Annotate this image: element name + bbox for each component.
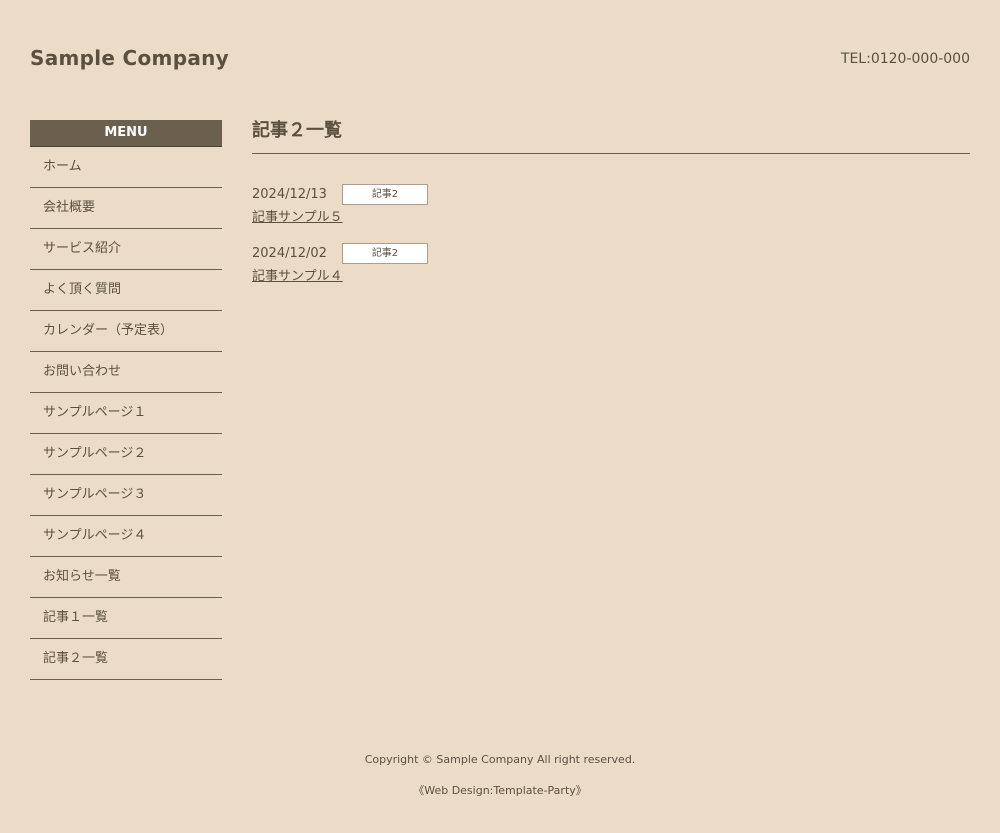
page-title: 記事２一覧 — [252, 118, 970, 154]
menu-item-service[interactable]: サービス紹介 — [30, 229, 222, 270]
menu-item-home[interactable]: ホーム — [30, 147, 222, 188]
category-badge[interactable]: 記事2 — [342, 183, 428, 205]
main-content: 記事２一覧 2024/12/13 記事2 記事サンプル５ 2024/12/02 … — [252, 118, 970, 301]
credit-bracket-open: 《 — [413, 784, 425, 797]
entry-list: 2024/12/13 記事2 記事サンプル５ 2024/12/02 記事2 記事… — [252, 183, 970, 301]
entry-title-link[interactable]: 記事サンプル４ — [252, 265, 343, 284]
menu-list: ホーム 会社概要 サービス紹介 よく頂く質問 カレンダー（予定表） お問い合わせ… — [30, 147, 222, 680]
entry-title-link[interactable]: 記事サンプル５ — [252, 206, 343, 225]
menu-item-faq[interactable]: よく頂く質問 — [30, 270, 222, 311]
phone-number: TEL:0120-000-000 — [840, 51, 970, 67]
menu-item-news-list[interactable]: お知らせ一覧 — [30, 557, 222, 598]
menu-item-company[interactable]: 会社概要 — [30, 188, 222, 229]
entry-meta: 2024/12/02 記事2 — [252, 242, 970, 264]
menu-heading: MENU — [30, 120, 222, 147]
credit-bracket-close: 》 — [575, 784, 587, 797]
list-item: 2024/12/13 記事2 記事サンプル５ — [252, 183, 970, 242]
menu-item-sample-page-4[interactable]: サンプルページ４ — [30, 516, 222, 557]
template-party-link[interactable]: Web Design:Template-Party — [424, 784, 576, 797]
menu-item-article1-list[interactable]: 記事１一覧 — [30, 598, 222, 639]
menu-item-article2-list[interactable]: 記事２一覧 — [30, 639, 222, 680]
sidebar-menu: MENU ホーム 会社概要 サービス紹介 よく頂く質問 カレンダー（予定表） お… — [30, 120, 222, 680]
menu-item-contact[interactable]: お問い合わせ — [30, 352, 222, 393]
menu-item-calendar[interactable]: カレンダー（予定表） — [30, 311, 222, 352]
copyright-text: Copyright © Sample Company All right res… — [364, 753, 636, 766]
menu-item-sample-page-3[interactable]: サンプルページ３ — [30, 475, 222, 516]
entry-date: 2024/12/02 — [252, 245, 327, 261]
menu-item-sample-page-2[interactable]: サンプルページ２ — [30, 434, 222, 475]
entry-date: 2024/12/13 — [252, 186, 327, 202]
entry-meta: 2024/12/13 記事2 — [252, 183, 970, 205]
menu-item-sample-page-1[interactable]: サンプルページ１ — [30, 393, 222, 434]
design-credit: 《Web Design:Template-Party》 — [0, 783, 1000, 799]
site-logo[interactable]: Sample Company — [30, 46, 229, 70]
category-badge[interactable]: 記事2 — [342, 242, 428, 264]
list-item: 2024/12/02 記事2 記事サンプル４ — [252, 242, 970, 301]
site-footer: Copyright © Sample Company All right res… — [0, 752, 1000, 799]
